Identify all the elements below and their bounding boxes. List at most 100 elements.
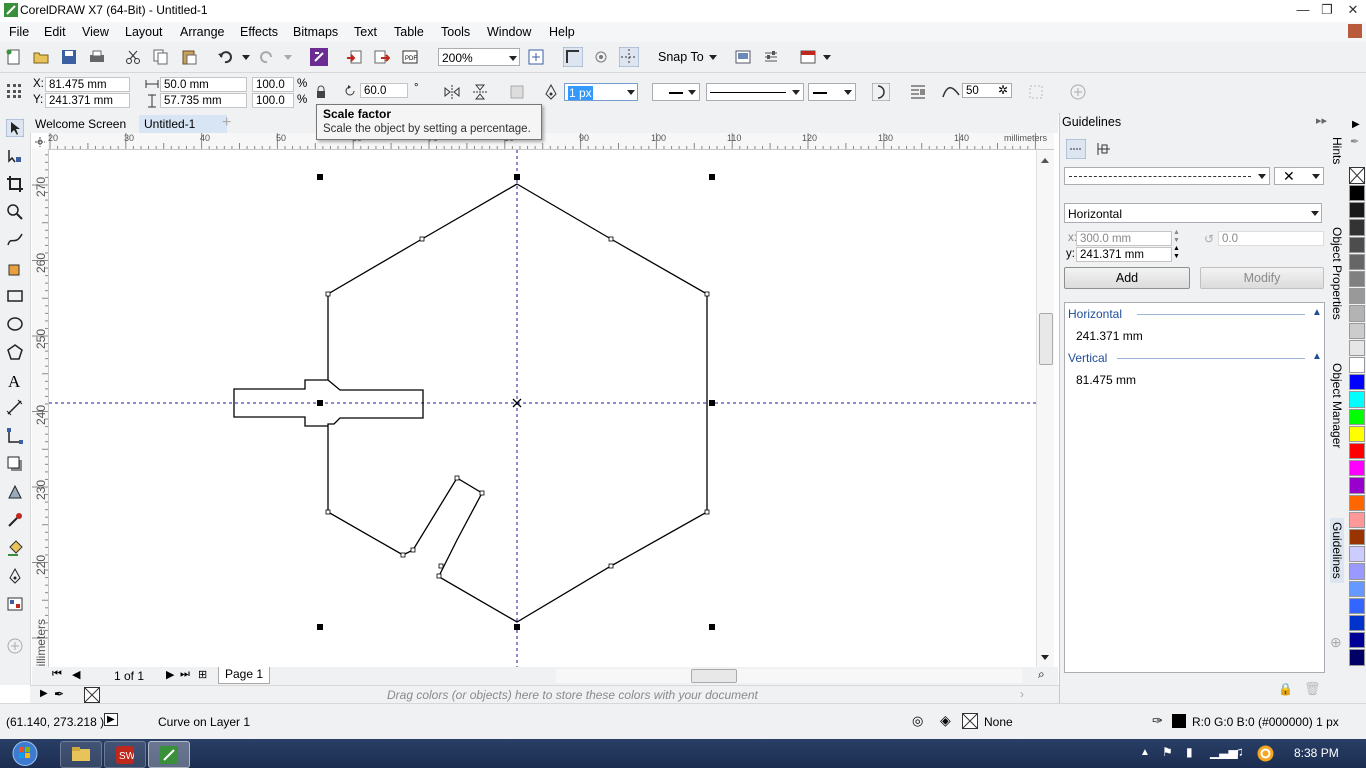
menu-table[interactable]: Table <box>394 25 424 39</box>
tab-untitled-1[interactable]: Untitled-1 <box>139 115 227 133</box>
color-swatch[interactable] <box>1349 322 1365 339</box>
eyedropper-icon[interactable]: ✒ <box>54 687 64 701</box>
user-icon[interactable] <box>1348 24 1362 38</box>
menu-help[interactable]: Help <box>549 25 575 39</box>
launcher-dropdown[interactable] <box>823 55 831 60</box>
rectangle-tool-icon[interactable] <box>6 287 24 305</box>
collapse-icon[interactable]: ▲ <box>1312 307 1322 318</box>
object-origin-icon[interactable] <box>6 83 22 99</box>
volume-icon[interactable]: ♫ <box>1234 744 1244 759</box>
menu-bitmaps[interactable]: Bitmaps <box>293 25 338 39</box>
redo-icon[interactable] <box>259 49 275 65</box>
guide-item[interactable]: 81.475 mm <box>1076 373 1136 387</box>
lock-ratio-icon[interactable] <box>315 85 327 99</box>
smart-fill-icon[interactable] <box>6 259 24 277</box>
tray-app-icon[interactable] <box>1257 745 1274 762</box>
copy-icon[interactable] <box>153 49 169 65</box>
docker-tab-hints[interactable]: Hints <box>1330 137 1344 164</box>
new-tab-plus-icon[interactable]: + <box>222 114 231 132</box>
application-launcher-icon[interactable] <box>800 49 816 65</box>
menu-window[interactable]: Window <box>487 25 531 39</box>
color-swatch[interactable] <box>1349 649 1365 666</box>
no-color-swatch-icon[interactable] <box>84 687 100 703</box>
curve-node[interactable] <box>436 573 442 579</box>
color-swatch[interactable] <box>1349 632 1365 649</box>
guides-group-horizontal[interactable]: Horizontal <box>1068 307 1122 321</box>
color-swatch[interactable] <box>1349 615 1365 632</box>
text-tool-icon[interactable]: A <box>6 371 24 389</box>
pick-tool-icon[interactable] <box>6 119 24 137</box>
mirror-vertical-icon[interactable] <box>472 84 488 100</box>
curve-node[interactable] <box>704 509 710 515</box>
selection-handle[interactable] <box>317 174 323 180</box>
close-button[interactable]: ✕ <box>1340 0 1366 20</box>
clock-time[interactable]: 8:38 PM <box>1294 746 1339 760</box>
docker-tab-object-manager[interactable]: Object Manager <box>1330 363 1344 448</box>
docker-tab-object-properties[interactable]: Object Properties <box>1330 227 1344 320</box>
welcome-screen-icon[interactable] <box>735 49 751 65</box>
new-document-icon[interactable] <box>6 49 22 65</box>
guide-y-input[interactable]: 241.371 mm <box>1076 247 1172 262</box>
previous-page-icon[interactable]: ◀ <box>72 668 80 681</box>
taskbar-swift[interactable]: SW <box>104 741 146 768</box>
color-swatch[interactable] <box>1349 202 1365 219</box>
guides-list[interactable]: Horizontal ▲ 241.371 mm Vertical ▲ 81.47… <box>1064 302 1325 673</box>
y-position-input[interactable]: 241.371 mm <box>45 93 130 108</box>
scale-width-input[interactable]: 100.0 <box>252 77 294 92</box>
curve-node[interactable] <box>454 475 460 481</box>
horizontal-ruler[interactable]: 20 30 40 50 60 70 80 90 100 110 120 130 … <box>48 133 1054 150</box>
menu-edit[interactable]: Edit <box>44 25 66 39</box>
transparency-tool-icon[interactable] <box>6 483 24 501</box>
curve-node[interactable] <box>438 563 444 569</box>
undo-dropdown[interactable] <box>242 55 250 60</box>
color-swatch[interactable] <box>1349 477 1365 494</box>
add-icon[interactable] <box>1070 84 1086 100</box>
zoom-level-select[interactable]: 200% <box>438 48 520 66</box>
scroll-down-icon[interactable] <box>1041 655 1049 660</box>
add-tool-icon[interactable] <box>6 637 24 655</box>
rotation-angle-input[interactable]: 60.0 <box>360 83 408 98</box>
menu-view[interactable]: View <box>82 25 109 39</box>
interactive-fill-icon[interactable] <box>6 539 24 557</box>
selection-handle[interactable] <box>514 174 520 180</box>
show-rulers-icon[interactable] <box>563 47 583 67</box>
color-swatch[interactable] <box>1349 357 1365 374</box>
curve-node[interactable] <box>608 236 614 242</box>
color-swatch[interactable] <box>1349 253 1365 270</box>
menu-file[interactable]: File <box>9 25 29 39</box>
close-curve-icon[interactable] <box>872 83 890 101</box>
paste-icon[interactable] <box>181 49 197 65</box>
guide-x-input[interactable]: 300.0 mm <box>1076 231 1172 246</box>
color-swatch[interactable] <box>1349 563 1365 580</box>
cut-icon[interactable] <box>125 49 141 65</box>
width-input[interactable]: 50.0 mm <box>160 77 247 92</box>
zoom-icon[interactable]: ⌕ <box>1038 667 1045 682</box>
curve-node[interactable] <box>608 563 614 569</box>
color-swatch[interactable] <box>1349 185 1365 202</box>
lock-guide-icon[interactable]: 🔒 <box>1278 682 1293 696</box>
taskbar-explorer[interactable] <box>60 741 102 768</box>
selection-handle[interactable] <box>317 624 323 630</box>
print-icon[interactable] <box>89 49 105 65</box>
color-eyedropper-icon[interactable] <box>6 511 24 529</box>
ellipse-tool-icon[interactable] <box>6 315 24 333</box>
palette-scroll-right-icon[interactable]: › <box>1020 687 1024 701</box>
curve-node[interactable] <box>325 509 331 515</box>
docker-tab-guidelines[interactable]: Guidelines <box>1330 518 1344 583</box>
color-swatch[interactable] <box>1349 425 1365 442</box>
curve-node[interactable] <box>410 547 416 553</box>
import-icon[interactable] <box>346 49 362 65</box>
selection-handle[interactable] <box>709 400 715 406</box>
palette-menu-icon[interactable]: ▶ <box>40 688 48 699</box>
scale-height-input[interactable]: 100.0 <box>252 93 294 108</box>
curve-node[interactable] <box>400 552 406 558</box>
no-color-swatch-icon[interactable] <box>1349 167 1365 184</box>
open-folder-icon[interactable] <box>33 49 49 65</box>
guide-angle-input[interactable]: 0.0 <box>1218 231 1324 246</box>
drawing-canvas[interactable] <box>49 150 1036 667</box>
selection-handle[interactable] <box>317 400 323 406</box>
polygon-tool-icon[interactable] <box>6 343 24 361</box>
windows-start-icon[interactable] <box>10 740 40 767</box>
undo-icon[interactable] <box>217 49 233 65</box>
add-page-icon[interactable]: ⊞ <box>198 668 207 681</box>
